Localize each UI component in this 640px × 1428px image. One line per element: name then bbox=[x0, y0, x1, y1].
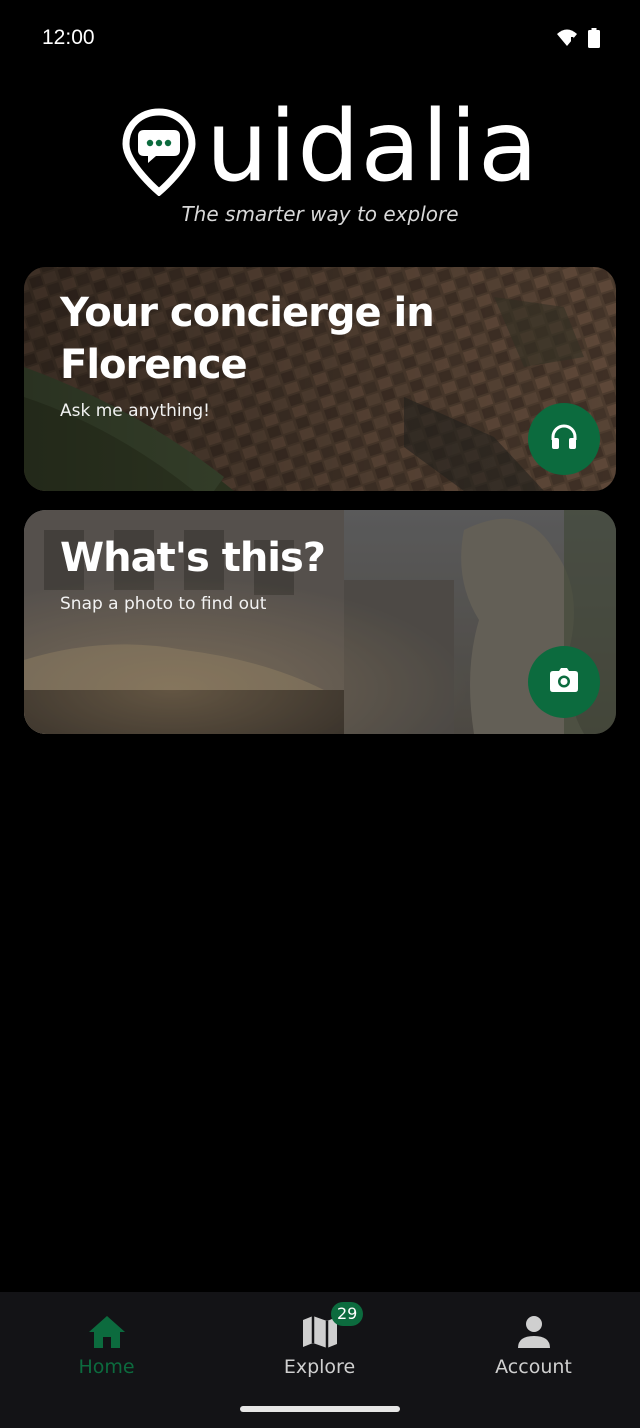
nav-account-label: Account bbox=[495, 1356, 572, 1378]
nav-explore-label: Explore bbox=[283, 1356, 356, 1378]
concierge-title: Your concierge in Florence bbox=[60, 290, 435, 388]
app-logo: uidalia The smarter way to explore bbox=[0, 98, 640, 234]
concierge-card[interactable]: Your concierge in Florence Ask me anythi… bbox=[24, 267, 616, 491]
person-icon bbox=[514, 1312, 554, 1352]
whats-this-card[interactable]: What's this? Snap a photo to find out bbox=[24, 510, 616, 734]
whats-this-title: What's this? bbox=[60, 535, 326, 581]
status-icons bbox=[556, 28, 600, 52]
status-time: 12:00 bbox=[42, 26, 95, 49]
whats-this-subtitle: Snap a photo to find out bbox=[60, 594, 267, 614]
concierge-button[interactable] bbox=[528, 403, 600, 475]
battery-icon bbox=[588, 28, 600, 52]
nav-home[interactable]: Home bbox=[0, 1292, 213, 1402]
nav-home-label: Home bbox=[78, 1356, 135, 1378]
camera-button[interactable] bbox=[528, 646, 600, 718]
nav-account[interactable]: Account bbox=[427, 1292, 640, 1402]
wifi-icon bbox=[556, 28, 578, 52]
home-icon bbox=[87, 1312, 127, 1352]
nav-explore[interactable]: 29 Explore bbox=[213, 1292, 426, 1402]
tagline: The smarter way to explore bbox=[181, 202, 459, 226]
status-bar: 12:00 bbox=[0, 0, 640, 78]
headphones-icon bbox=[550, 424, 578, 454]
camera-icon bbox=[550, 668, 578, 696]
chat-pin-icon bbox=[122, 108, 196, 200]
explore-badge: 29 bbox=[331, 1302, 364, 1326]
concierge-subtitle: Ask me anything! bbox=[60, 401, 210, 421]
gesture-bar[interactable] bbox=[240, 1406, 400, 1412]
logo-wordmark: uidalia bbox=[206, 90, 540, 204]
